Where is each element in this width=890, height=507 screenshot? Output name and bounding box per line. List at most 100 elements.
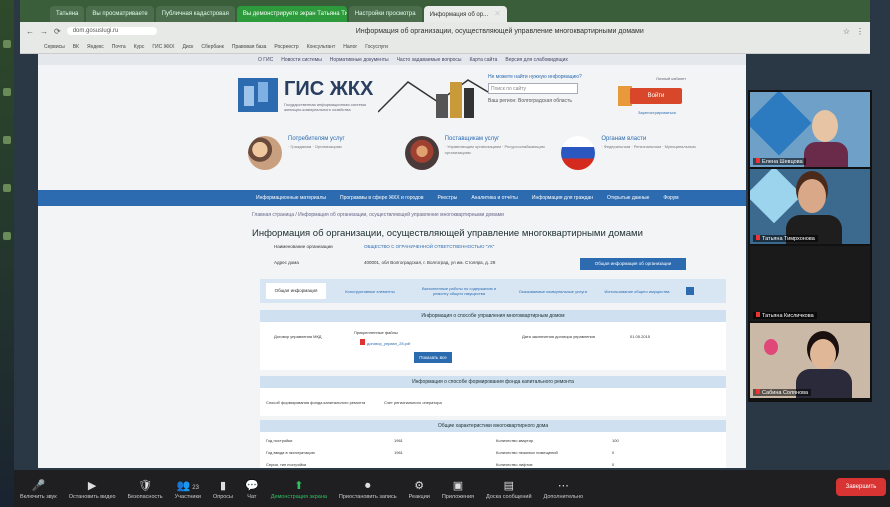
- polls-button[interactable]: ▮ Опросы: [207, 478, 239, 500]
- browser-tab-bar: Татьяна Вы просматриваете Публичная када…: [20, 0, 870, 22]
- print-icon[interactable]: [686, 287, 694, 295]
- audience-title[interactable]: Поставщикам услуг: [445, 136, 562, 142]
- back-icon[interactable]: ←: [26, 27, 34, 36]
- participants-button[interactable]: 👥 23 Участники: [169, 478, 207, 500]
- security-button[interactable]: 🛡 Безопасность: [122, 478, 169, 500]
- participant-tile[interactable]: Татьяна Кисличкова: [750, 246, 870, 321]
- reactions-button[interactable]: ⚙ Реакции: [403, 478, 436, 500]
- chat-button[interactable]: 💬 Чат: [239, 478, 265, 500]
- tab-works[interactable]: Выполненные работы по содержанию и ремон…: [414, 286, 504, 296]
- tab-common-property[interactable]: Использование общего имущества: [602, 289, 672, 294]
- more-button[interactable]: ⋯ Дополнительно: [538, 478, 590, 500]
- bookmark[interactable]: Консультант: [307, 44, 336, 50]
- bookmark[interactable]: Яндекс: [87, 44, 104, 50]
- desktop-icon[interactable]: [3, 232, 11, 240]
- participant-tile[interactable]: Сабина Солянова: [750, 323, 870, 398]
- share-screen-button[interactable]: ⬆ Демонстрация экрана: [265, 478, 333, 500]
- tab-structure[interactable]: Конструктивные элементы: [340, 289, 400, 294]
- top-link[interactable]: Часто задаваемые вопросы: [397, 57, 462, 63]
- page-title: Информация об организации, осуществляюще…: [252, 228, 643, 239]
- breadcrumb[interactable]: Главная страница / Информация об организ…: [252, 212, 504, 218]
- pause-record-button[interactable]: ⏺ Приостановить запись: [333, 478, 403, 500]
- bookmark[interactable]: Госуслуги: [365, 44, 388, 50]
- audience-authorities[interactable]: Органам власти · Федеральным · Региональн…: [561, 136, 718, 180]
- login-button[interactable]: Войти: [630, 88, 682, 104]
- bookmark[interactable]: Сервисы: [44, 44, 65, 50]
- toolbar-label: Реакции: [408, 493, 430, 500]
- url-input[interactable]: dom.gosuslugi.ru: [66, 27, 157, 35]
- end-meeting-button[interactable]: Завершить: [836, 478, 886, 496]
- close-icon[interactable]: ✕: [494, 9, 501, 18]
- forward-icon[interactable]: →: [40, 27, 48, 36]
- bookmark[interactable]: Правовая база: [232, 44, 267, 50]
- search-label[interactable]: Не можете найти нужную информацию?: [488, 74, 608, 80]
- toolbar-label: Приостановить запись: [338, 493, 397, 500]
- desktop-icon[interactable]: [3, 88, 11, 96]
- bookmark[interactable]: Почта: [112, 44, 126, 50]
- nav-item[interactable]: Информационные материалы: [256, 195, 326, 201]
- reload-icon[interactable]: ⟳: [54, 27, 61, 36]
- browser-tab[interactable]: Вы просматриваете: [86, 6, 154, 22]
- fund-label: Способ формирования фонда капитального р…: [266, 400, 366, 405]
- browser-tab[interactable]: Настройки просмотра: [348, 6, 422, 22]
- logo-text[interactable]: ГИС ЖКХ: [284, 78, 373, 101]
- top-link[interactable]: Нормативные документы: [330, 57, 389, 63]
- file-name: договор_управл_28.pdf: [367, 341, 411, 346]
- bookmark[interactable]: Росреестр: [274, 44, 298, 50]
- participant-tile[interactable]: Татьяна Тимрхонова: [750, 169, 870, 244]
- char-label: Год ввода в эксплуатацию: [266, 450, 315, 455]
- desktop-icon[interactable]: [3, 40, 11, 48]
- file-link[interactable]: договор_управл_28.pdf: [360, 339, 410, 346]
- nav-item[interactable]: Программы в сфере ЖКХ и городов: [340, 195, 424, 201]
- fund-value: Счет регионального оператора: [384, 400, 442, 405]
- unmute-button[interactable]: 🎤 Включить звук: [14, 478, 63, 500]
- audience-title[interactable]: Органам власти: [601, 136, 695, 142]
- general-info-button[interactable]: Общая информация об организации: [580, 258, 686, 270]
- desktop-icon[interactable]: [3, 184, 11, 192]
- menu-icon[interactable]: ⋮: [856, 27, 864, 36]
- site-header: ГИС ЖКХ Государственная информационная с…: [238, 68, 708, 128]
- register-link[interactable]: Зарегистрироваться: [638, 110, 676, 115]
- browser-tab-active[interactable]: Информация об ор... ✕: [423, 6, 507, 22]
- share-status-tab[interactable]: Вы демонстрируете экран Татьяна Тимрхоно…: [236, 6, 347, 22]
- top-link[interactable]: О ГИС: [258, 57, 273, 63]
- audience-suppliers[interactable]: Поставщикам услуг · Управляющим организац…: [404, 136, 562, 180]
- participant-name: Татьяна Кисличкова: [753, 312, 817, 319]
- files-label: Прикрепленные файлы: [354, 330, 398, 335]
- bookmark[interactable]: ВК: [73, 44, 79, 50]
- bookmark[interactable]: Налог: [343, 44, 357, 50]
- audience-title[interactable]: Потребителям услуг: [288, 136, 345, 142]
- nav-item[interactable]: Открытые данные: [607, 195, 649, 201]
- bookmark[interactable]: Сбербанк: [201, 44, 223, 50]
- show-all-button[interactable]: Показать все: [414, 352, 452, 363]
- bookmark[interactable]: ГИС ЖКХ: [152, 44, 174, 50]
- participant-name-text: Сабина Солянова: [762, 390, 809, 396]
- bookmark[interactable]: Диск: [183, 44, 194, 50]
- desktop-icon[interactable]: [3, 136, 11, 144]
- apps-icon: ▣: [452, 479, 464, 492]
- logo-icon[interactable]: [238, 78, 278, 112]
- star-icon[interactable]: ☆: [843, 27, 850, 36]
- apps-button[interactable]: ▣ Приложения: [436, 478, 480, 500]
- top-link[interactable]: Новости системы: [281, 57, 322, 63]
- top-link[interactable]: Карта сайта: [470, 57, 498, 63]
- stop-video-button[interactable]: ▶ Остановить видео: [63, 478, 122, 500]
- search-input[interactable]: Поиск по сайту: [488, 83, 578, 94]
- participant-tile[interactable]: Елена Шевцова: [750, 92, 870, 167]
- section-capital-repair: Информация о способе формирования фонда …: [260, 376, 726, 388]
- top-link[interactable]: Версия для слабовидящих: [505, 57, 568, 63]
- tab-utilities[interactable]: Оказываемые коммунальные услуги: [518, 289, 588, 294]
- audience-consumers[interactable]: Потребителям услуг · Гражданам · Организа…: [248, 136, 405, 180]
- nav-item[interactable]: Реестры: [438, 195, 458, 201]
- nav-item[interactable]: Форум: [663, 195, 678, 201]
- browser-tab[interactable]: Публичная кадастровая: [155, 6, 235, 22]
- org-link[interactable]: ОБЩЕСТВО С ОГРАНИЧЕННОЙ ОТВЕТСТВЕННОСТЬЮ…: [364, 244, 494, 249]
- nav-item[interactable]: Информация для граждан: [532, 195, 593, 201]
- browser-tab[interactable]: Татьяна: [50, 6, 85, 22]
- participant-name-text: Татьяна Тимрхонова: [762, 236, 815, 242]
- region-selector[interactable]: Ваш регион: Волгоградская область: [488, 98, 608, 104]
- nav-item[interactable]: Аналитика и отчёты: [471, 195, 518, 201]
- bookmark[interactable]: Курс: [134, 44, 145, 50]
- tab-general[interactable]: Общая информация: [266, 283, 326, 299]
- whiteboard-button[interactable]: ▤ Доска сообщений: [480, 478, 538, 500]
